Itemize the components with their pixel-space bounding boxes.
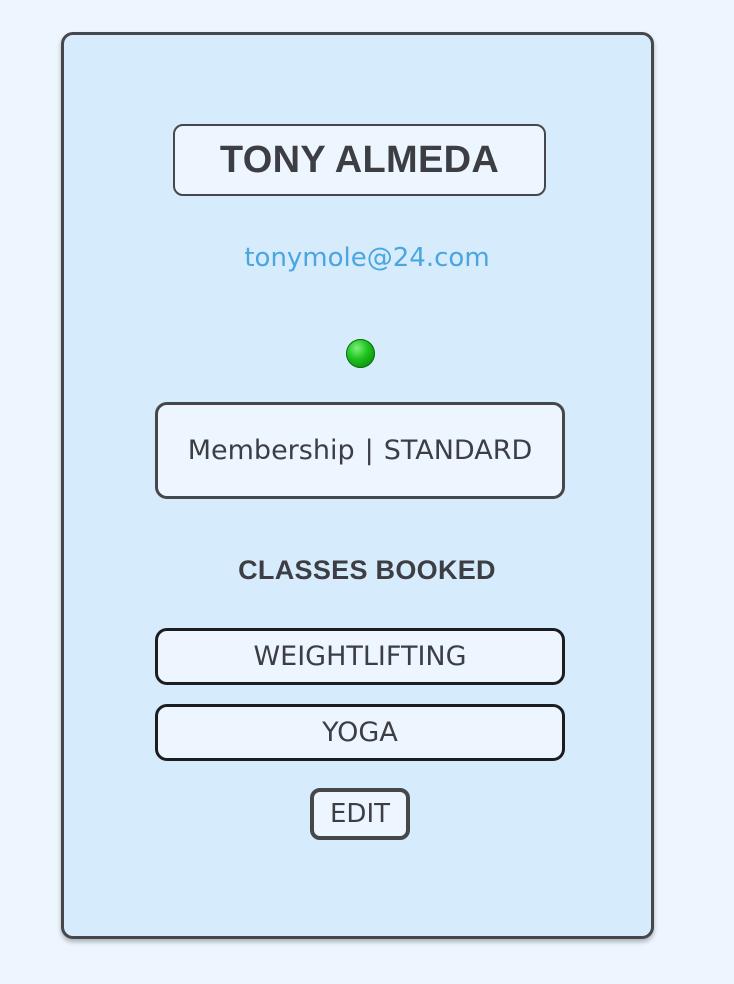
membership-separator: | — [364, 435, 374, 466]
edit-button[interactable]: EDIT — [310, 788, 410, 840]
membership-label: Membership — [187, 435, 355, 466]
profile-name: TONY ALMEDA — [173, 124, 546, 196]
profile-email-link[interactable]: tonymole@24.com — [0, 243, 734, 273]
online-status-indicator — [346, 339, 375, 368]
class-item-yoga: YOGA — [155, 704, 565, 761]
membership-box: Membership | STANDARD — [155, 402, 565, 499]
membership-tier: STANDARD — [383, 435, 533, 466]
class-item-weightlifting: WEIGHTLIFTING — [155, 628, 565, 685]
classes-booked-heading: CLASSES BOOKED — [238, 555, 496, 585]
